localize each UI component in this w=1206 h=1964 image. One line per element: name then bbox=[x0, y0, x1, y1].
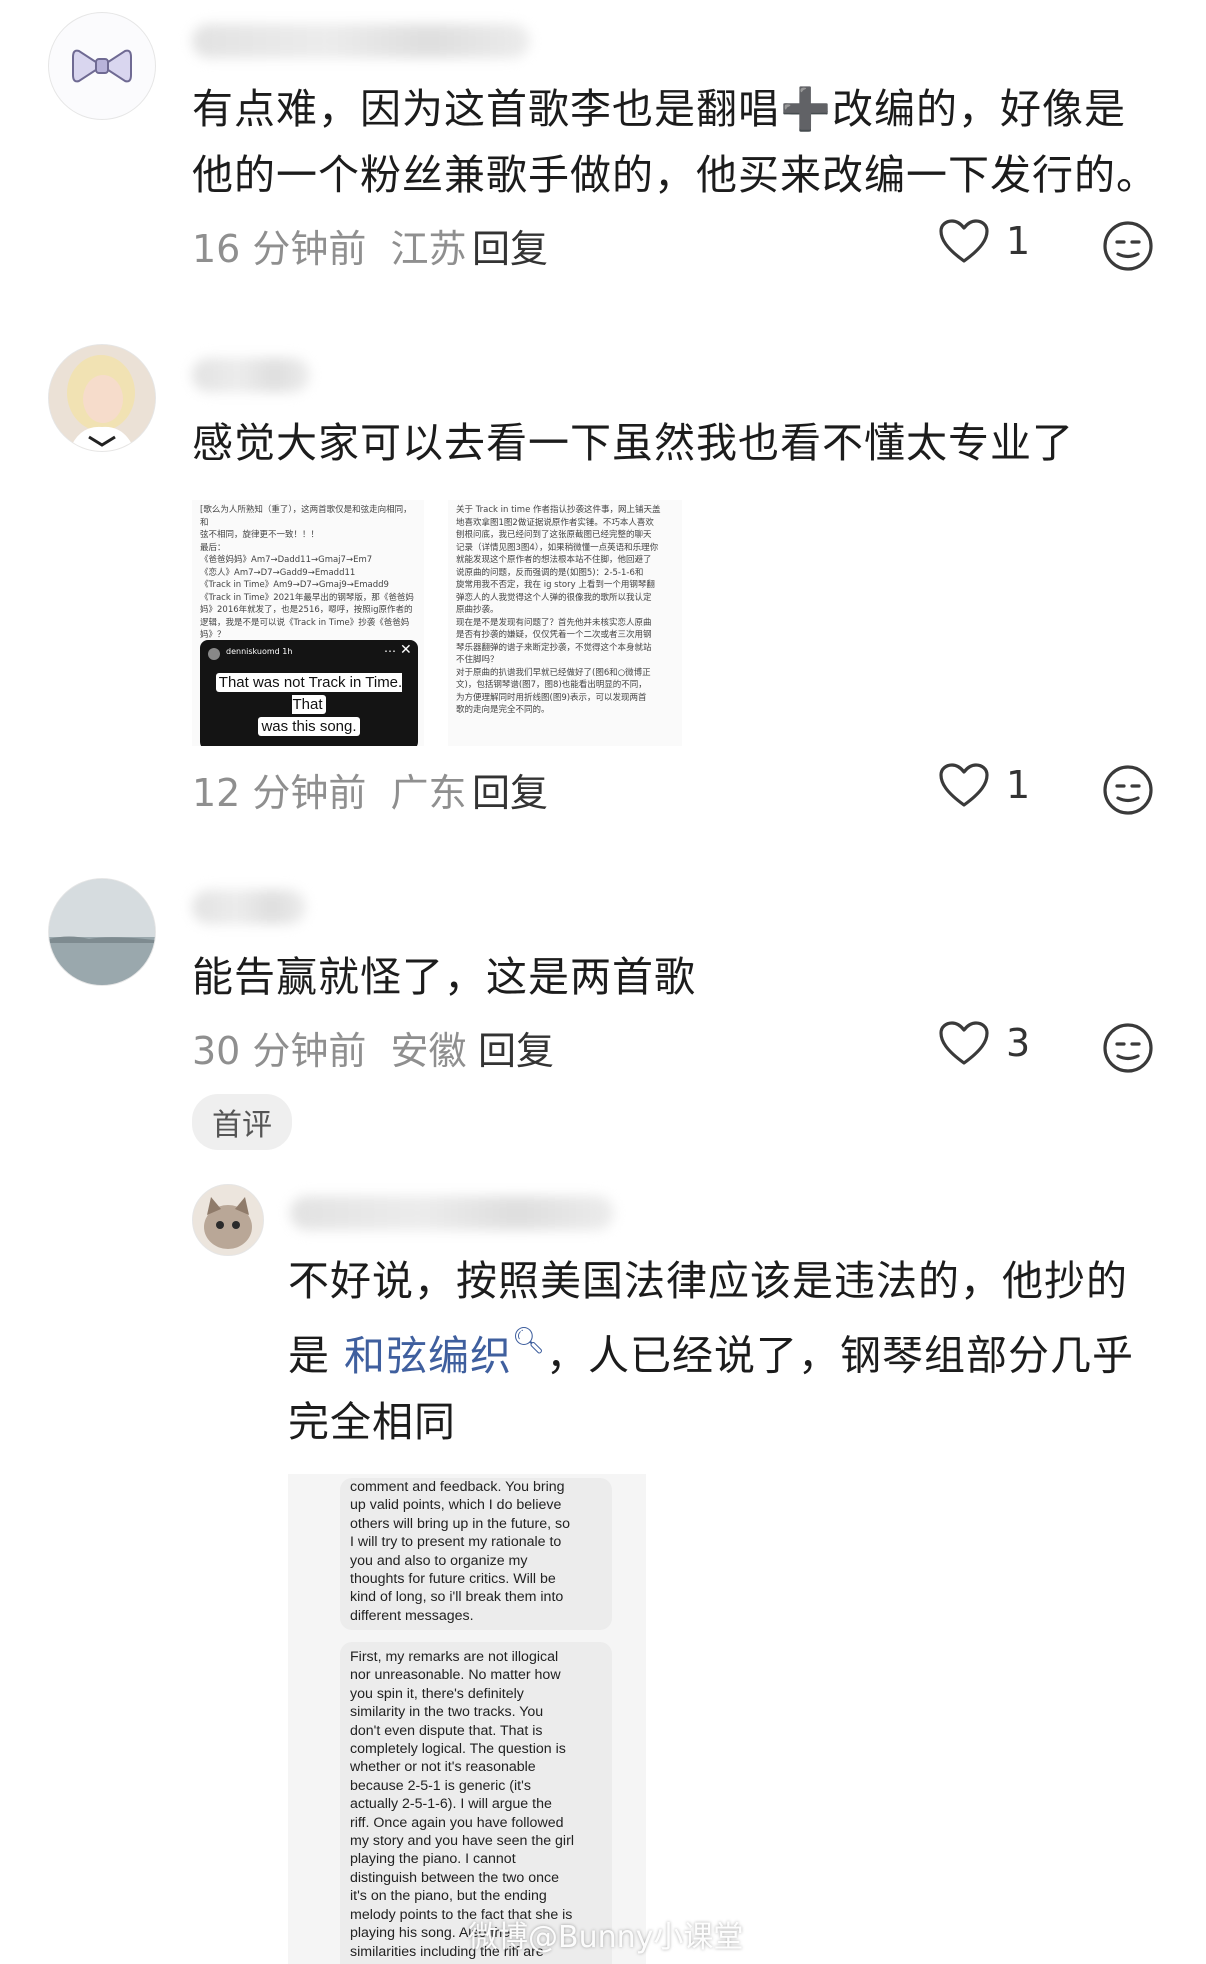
story-caption-line: That was not Track in Time. That bbox=[215, 673, 403, 714]
like-button[interactable]: 1 bbox=[938, 762, 1030, 808]
dislike-button[interactable] bbox=[1102, 220, 1154, 276]
story-screenshot: denniskuomd 1h ⋯ ✕ That was not Track in… bbox=[200, 640, 418, 746]
dislike-button[interactable] bbox=[1102, 1022, 1154, 1078]
comment-text: 有点难，因为这首歌李也是翻唱➕改编的，好像是 他的一个粉丝兼歌手做的，他买来改编… bbox=[192, 76, 1172, 208]
heart-icon bbox=[939, 763, 989, 807]
story-caption-line: was this song. bbox=[258, 717, 360, 736]
avatar[interactable] bbox=[48, 878, 156, 986]
reply-line: 完全相同 bbox=[288, 1397, 456, 1446]
attached-image[interactable]: comment and feedback. You bring up valid… bbox=[288, 1474, 646, 1964]
like-count: 1 bbox=[1006, 763, 1031, 807]
more-icon: ⋯ bbox=[384, 644, 396, 658]
topic-link[interactable]: 和弦编织🔍︎ bbox=[344, 1326, 546, 1380]
close-icon: ✕ bbox=[400, 642, 412, 658]
comment-line: 感觉大家可以去看一下虽然我也看不懂太专业了 bbox=[192, 419, 1074, 467]
heart-icon bbox=[939, 219, 989, 263]
comment-text: 感觉大家可以去看一下虽然我也看不懂太专业了 bbox=[192, 410, 1172, 476]
timestamp: 16 分钟前 bbox=[192, 227, 367, 271]
like-count: 3 bbox=[1006, 1021, 1031, 1065]
cat-photo-icon bbox=[193, 1185, 263, 1255]
location: 安徽 bbox=[390, 1029, 467, 1073]
search-icon: 🔍︎ bbox=[512, 1326, 547, 1356]
attached-image[interactable]: 关于 Track in time 作者指认抄袭这件事，网上铺天盖 地喜欢拿图1图… bbox=[448, 500, 682, 746]
neutral-face-icon bbox=[1103, 221, 1153, 271]
heart-icon bbox=[939, 1021, 989, 1065]
first-comment-badge: 首评 bbox=[192, 1094, 292, 1150]
like-button[interactable]: 1 bbox=[938, 218, 1030, 264]
user-photo-icon bbox=[49, 345, 155, 451]
reply-text: 不好说，按照美国法律应该是违法的，他抄的 是 和弦编织🔍︎，人已经说了，钢琴组部… bbox=[288, 1248, 1168, 1455]
image-text: [歌么为人所熟知（重了），这两首歌仅是和弦走向相同，和 弦不相同，旋律更不一致！… bbox=[200, 505, 414, 640]
username[interactable] bbox=[192, 24, 530, 58]
message-bubble: comment and feedback. You bring up valid… bbox=[340, 1478, 612, 1630]
comment-meta: 12 分钟前 广东 bbox=[192, 762, 467, 817]
location: 广东 bbox=[390, 771, 467, 815]
bow-icon bbox=[72, 49, 132, 83]
comment-line: 有点难，因为这首歌李也是翻唱➕改编的，好像是 bbox=[192, 85, 1127, 133]
reply-line-suffix: ，人已经说了，钢琴组部分几乎 bbox=[546, 1331, 1135, 1380]
like-count: 1 bbox=[1006, 219, 1031, 263]
story-user: denniskuomd 1h bbox=[226, 647, 293, 656]
comment-meta: 16 分钟前 江苏 bbox=[192, 218, 467, 273]
story-avatar bbox=[208, 648, 220, 660]
dislike-button[interactable] bbox=[1102, 764, 1154, 820]
avatar[interactable] bbox=[48, 12, 156, 120]
comment-line: 他的一个粉丝兼歌手做的，他买来改编一下发行的。 bbox=[192, 151, 1158, 199]
location: 江苏 bbox=[390, 227, 467, 271]
avatar[interactable] bbox=[48, 344, 156, 452]
story-caption: That was not Track in Time. That was thi… bbox=[212, 672, 406, 738]
like-button[interactable]: 3 bbox=[938, 1020, 1030, 1066]
username[interactable] bbox=[192, 358, 310, 392]
landscape-photo-icon bbox=[49, 879, 155, 985]
image-text: 关于 Track in time 作者指认抄袭这件事，网上铺天盖 地喜欢拿图1图… bbox=[456, 505, 661, 715]
avatar[interactable] bbox=[192, 1184, 264, 1256]
reply-button[interactable]: 回复 bbox=[472, 762, 548, 817]
topic-link-label: 和弦编织 bbox=[344, 1331, 513, 1380]
attached-image[interactable]: [歌么为人所熟知（重了），这两首歌仅是和弦走向相同，和 弦不相同，旋律更不一致！… bbox=[192, 500, 424, 746]
reply-button[interactable]: 回复 bbox=[478, 1020, 554, 1075]
comment-line: 能告赢就怪了，这是两首歌 bbox=[192, 953, 696, 1001]
reply-line: 不好说，按照美国法律应该是违法的，他抄的 bbox=[288, 1257, 1128, 1305]
reply-line-prefix: 是 bbox=[288, 1331, 345, 1380]
watermark: 微博@Bunny小课堂 bbox=[468, 1920, 744, 1955]
comment-meta: 30 分钟前 安徽 bbox=[192, 1020, 467, 1075]
comment-text: 能告赢就怪了，这是两首歌 bbox=[192, 944, 1172, 1010]
timestamp: 30 分钟前 bbox=[192, 1029, 367, 1073]
neutral-face-icon bbox=[1103, 1023, 1153, 1073]
reply-button[interactable]: 回复 bbox=[472, 218, 548, 273]
timestamp: 12 分钟前 bbox=[192, 771, 367, 815]
username[interactable] bbox=[192, 890, 306, 924]
neutral-face-icon bbox=[1103, 765, 1153, 815]
username[interactable] bbox=[290, 1196, 614, 1230]
